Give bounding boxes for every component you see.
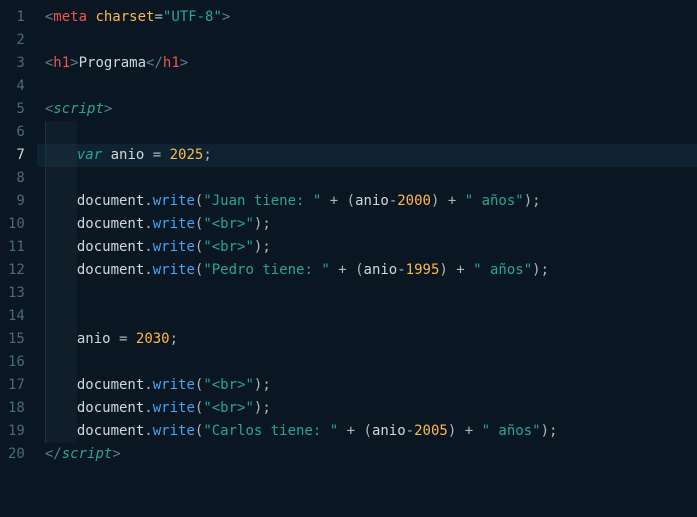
code-line[interactable]: document.write("Carlos tiene: " + (anio-… — [37, 420, 697, 443]
code-line-active[interactable]: var anio = 2025; — [37, 144, 697, 167]
line-number: 15 — [8, 328, 25, 351]
indent-guide — [45, 374, 77, 397]
line-number: 14 — [8, 305, 25, 328]
function-name: write — [153, 262, 195, 278]
number: 2000 — [397, 193, 431, 209]
code-line[interactable]: document.write("<br>"); — [37, 374, 697, 397]
line-number: 10 — [8, 213, 25, 236]
keyword: var — [77, 147, 102, 163]
line-number-active: 7 — [8, 144, 25, 167]
function-name: write — [153, 193, 195, 209]
indent-guide — [45, 190, 77, 213]
line-number-gutter: 1 2 3 4 5 6 7 8 9 10 11 12 13 14 15 16 1… — [0, 0, 37, 517]
code-line[interactable] — [37, 305, 697, 328]
identifier: document — [77, 193, 144, 209]
string: "<br>" — [203, 216, 254, 232]
indent-guide — [45, 167, 77, 190]
attr-name: charset — [95, 9, 154, 25]
line-number: 9 — [8, 190, 25, 213]
code-line[interactable]: document.write("<br>"); — [37, 397, 697, 420]
code-line[interactable] — [37, 29, 697, 52]
code-line[interactable]: document.write("Juan tiene: " + (anio-20… — [37, 190, 697, 213]
code-line[interactable]: anio = 2030; — [37, 328, 697, 351]
indent-guide — [45, 420, 77, 443]
indent-guide — [45, 259, 77, 282]
code-line[interactable] — [37, 351, 697, 374]
text-content: Programa — [79, 55, 146, 71]
code-line[interactable]: document.write("<br>"); — [37, 213, 697, 236]
tag-name: script — [62, 446, 113, 462]
code-editor[interactable]: <meta charset="UTF-8"> <h1>Programa</h1>… — [37, 0, 697, 517]
indent-guide — [45, 144, 77, 167]
line-number: 11 — [8, 236, 25, 259]
line-number: 8 — [8, 167, 25, 190]
line-number: 13 — [8, 282, 25, 305]
line-number: 6 — [8, 121, 25, 144]
line-number: 4 — [8, 75, 25, 98]
code-line[interactable]: <h1>Programa</h1> — [37, 52, 697, 75]
line-number: 18 — [8, 397, 25, 420]
tag-name: script — [53, 101, 104, 117]
function-name: write — [153, 400, 195, 416]
code-line[interactable]: document.write("Pedro tiene: " + (anio-1… — [37, 259, 697, 282]
number: 2005 — [414, 423, 448, 439]
identifier: anio — [111, 147, 145, 163]
indent-guide — [45, 328, 77, 351]
tag-name: meta — [53, 9, 87, 25]
line-number: 17 — [8, 374, 25, 397]
indent-guide — [45, 121, 77, 144]
number: 2030 — [136, 331, 170, 347]
string: " años" — [465, 193, 524, 209]
tag-name: h1 — [53, 55, 70, 71]
indent-guide — [45, 236, 77, 259]
string: "<br>" — [203, 377, 254, 393]
string: "Pedro tiene: " — [203, 262, 329, 278]
identifier: anio — [77, 331, 111, 347]
line-number: 20 — [8, 443, 25, 466]
function-name: write — [153, 377, 195, 393]
angle-bracket: > — [222, 9, 230, 25]
code-line[interactable] — [37, 282, 697, 305]
code-line[interactable] — [37, 75, 697, 98]
indent-guide — [45, 305, 77, 328]
string: "Carlos tiene: " — [203, 423, 338, 439]
function-name: write — [153, 216, 195, 232]
function-name: write — [153, 423, 195, 439]
indent-guide — [45, 282, 77, 305]
line-number: 16 — [8, 351, 25, 374]
line-number: 19 — [8, 420, 25, 443]
tag-name: h1 — [163, 55, 180, 71]
code-line[interactable] — [37, 167, 697, 190]
line-number: 3 — [8, 52, 25, 75]
string: " años" — [473, 262, 532, 278]
number: 2025 — [170, 147, 204, 163]
string: "<br>" — [203, 239, 254, 255]
line-number: 5 — [8, 98, 25, 121]
number: 1995 — [406, 262, 440, 278]
string: " años" — [482, 423, 541, 439]
attr-value: "UTF-8" — [163, 9, 222, 25]
code-line[interactable] — [37, 121, 697, 144]
code-line[interactable]: <script> — [37, 98, 697, 121]
code-line[interactable]: <meta charset="UTF-8"> — [37, 6, 697, 29]
indent-guide — [45, 213, 77, 236]
string: "<br>" — [203, 400, 254, 416]
function-name: write — [153, 239, 195, 255]
indent-guide — [45, 397, 77, 420]
indent-guide — [45, 351, 77, 374]
line-number: 2 — [8, 29, 25, 52]
line-number: 1 — [8, 6, 25, 29]
code-line[interactable]: document.write("<br>"); — [37, 236, 697, 259]
line-number: 12 — [8, 259, 25, 282]
code-line[interactable]: </script> — [37, 443, 697, 466]
string: "Juan tiene: " — [203, 193, 321, 209]
